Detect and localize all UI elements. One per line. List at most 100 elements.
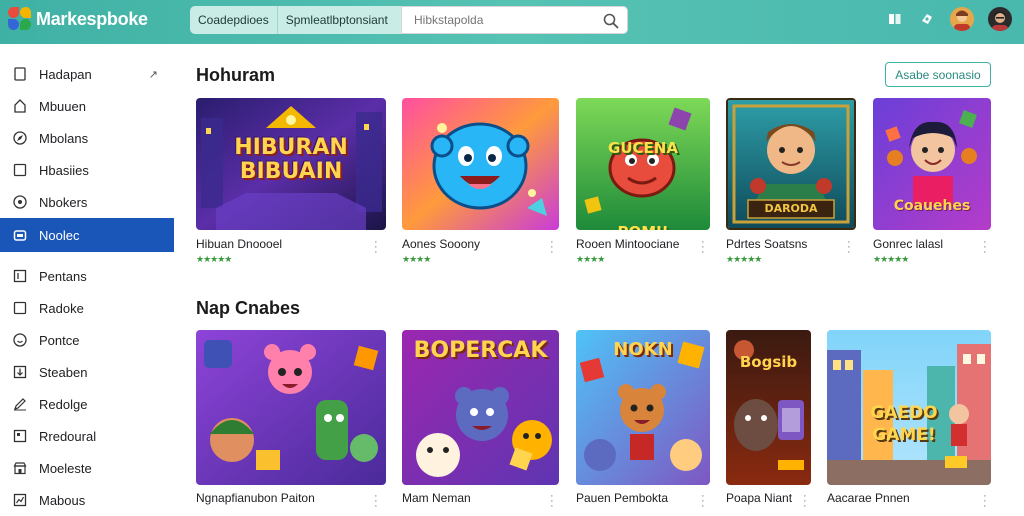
- rating-stars: ★★★★: [576, 254, 605, 264]
- square-icon: [12, 162, 28, 178]
- pencil-icon: [12, 396, 28, 412]
- more-options-icon[interactable]: · · ·: [803, 491, 807, 512]
- game-thumbnail[interactable]: GUCENA POMI!: [576, 98, 710, 230]
- game-thumbnail[interactable]: DARODA: [726, 98, 856, 230]
- search-icon[interactable]: [603, 13, 619, 29]
- sidebar-item-label: Hbasiies: [39, 162, 89, 178]
- see-more-button[interactable]: Asabe soonasio: [885, 62, 991, 87]
- sidebar-item-nbokers[interactable]: Nbokers: [0, 186, 174, 218]
- games-icon[interactable]: [918, 10, 936, 28]
- game-thumbnail[interactable]: BOPERCAK: [402, 330, 559, 485]
- sidebar-item-pentans[interactable]: Pentans: [0, 260, 174, 292]
- more-options-icon[interactable]: · · ·: [983, 491, 987, 512]
- sidebar-item-hadapan[interactable]: Hadapan ↗: [0, 58, 174, 90]
- search-bar: Coadepdioes Spmleatlbptonsiant: [190, 6, 628, 34]
- sidebar-item-label: Noolec: [39, 227, 80, 243]
- game-card[interactable]: Bogsib Poapa Niant · · ·: [726, 330, 811, 512]
- search-field[interactable]: [401, 6, 628, 34]
- game-title[interactable]: Pauen Pembokta: [576, 491, 668, 505]
- bag-icon: [12, 227, 28, 243]
- game-card[interactable]: NOKN Pauen Pembokta · · ·: [576, 330, 710, 512]
- more-options-icon[interactable]: · · ·: [847, 237, 851, 258]
- sidebar-item-mbolans[interactable]: Mbolans: [0, 122, 174, 154]
- sidebar-item-pontce[interactable]: Pontce: [0, 324, 174, 356]
- library-icon[interactable]: [886, 10, 904, 28]
- game-card[interactable]: HIBURAN BIBUAIN Hibuan Dnoooel ★★★★★ · · ·: [196, 98, 386, 268]
- app-logo[interactable]: Markespboke: [8, 7, 148, 31]
- game-card[interactable]: GAEDO GAME! Aacarae Pnnen · · ·: [827, 330, 991, 512]
- search-input[interactable]: [414, 13, 594, 27]
- search-tab-1[interactable]: Coadepdioes: [190, 6, 278, 34]
- game-thumbnail[interactable]: HIBURAN BIBUAIN: [196, 98, 386, 230]
- smile-icon: [12, 332, 28, 348]
- sidebar-item-steaben[interactable]: Steaben: [0, 356, 174, 388]
- sidebar-item-mabous[interactable]: Mabous: [0, 484, 174, 516]
- sidebar-item-label: Pentans: [39, 268, 87, 284]
- sidebar-item-label: Mbuuen: [39, 98, 86, 114]
- box-icon: [12, 300, 28, 316]
- logo-icon: [8, 7, 32, 31]
- game-card[interactable]: BOPERCAK Mam Neman · · ·: [402, 330, 559, 512]
- avatar[interactable]: [988, 7, 1012, 31]
- game-title[interactable]: Gonrec lalasl: [873, 237, 943, 251]
- home-icon: [12, 98, 28, 114]
- more-options-icon[interactable]: · · ·: [374, 237, 378, 258]
- more-options-icon[interactable]: · · ·: [701, 491, 705, 512]
- game-thumbnail[interactable]: NOKN: [576, 330, 710, 485]
- game-thumbnail[interactable]: [402, 98, 559, 230]
- game-title[interactable]: Pdrtes Soatsns: [726, 237, 807, 251]
- sidebar-item-moeleste[interactable]: Moeleste: [0, 452, 174, 484]
- sidebar-item-redolge[interactable]: Redolge: [0, 388, 174, 420]
- download-icon: [12, 364, 28, 380]
- game-card[interactable]: GUCENA POMI! Rooen Mintoociane ★★★★ ···: [576, 98, 710, 268]
- sidebar-item-label: Mabous: [39, 492, 86, 508]
- game-thumbnail[interactable]: [196, 330, 386, 485]
- avatar-secondary[interactable]: [950, 7, 974, 31]
- game-card[interactable]: Aones Sooony ★★★★ · · ·: [402, 98, 559, 268]
- chart-icon: [12, 492, 28, 508]
- art-title: DARODA: [764, 202, 818, 215]
- art-title: GUCENA POMI!: [608, 139, 678, 230]
- game-thumbnail[interactable]: Bogsib: [726, 330, 811, 485]
- sidebar-item-mbuuen[interactable]: Mbuuen: [0, 90, 174, 122]
- art-title: Coauehes: [893, 198, 971, 214]
- game-title[interactable]: Mam Neman: [402, 491, 471, 505]
- game-title[interactable]: Aones Sooony: [402, 237, 480, 251]
- game-title[interactable]: Rooen Mintoociane: [576, 237, 679, 251]
- more-options-icon[interactable]: · · ·: [550, 237, 554, 258]
- game-title[interactable]: Hibuan Dnoooel: [196, 237, 282, 251]
- sidebar-item-rredoural[interactable]: Rredoural: [0, 420, 174, 452]
- game-thumbnail[interactable]: GAEDO GAME!: [827, 330, 991, 485]
- sidebar-item-noolec[interactable]: Noolec: [0, 218, 174, 252]
- page-icon: [12, 66, 28, 82]
- game-card[interactable]: Ngnapfianubon Paiton · · ·: [196, 330, 386, 512]
- sidebar-item-label: Rredoural: [39, 428, 97, 444]
- art-title: NOKN: [613, 339, 673, 360]
- sidebar-item-label: Steaben: [39, 364, 88, 380]
- more-options-icon[interactable]: · · ·: [983, 237, 987, 258]
- sidebar-item-label: Moeleste: [39, 460, 92, 476]
- search-tab-2[interactable]: Spmleatlbptonsiant: [278, 6, 396, 34]
- game-title[interactable]: Poapa Niant: [726, 491, 792, 505]
- game-title[interactable]: Ngnapfianubon Paiton: [196, 491, 315, 505]
- sidebar-item-radoke[interactable]: Radoke: [0, 292, 174, 324]
- game-card[interactable]: Coauehes Gonrec lalasl ★★★★★ · · ·: [873, 98, 991, 268]
- top-icons: [886, 7, 1012, 31]
- game-thumbnail[interactable]: Coauehes: [873, 98, 991, 230]
- more-options-icon[interactable]: · · ·: [550, 491, 554, 512]
- art-title: Bogsib: [739, 353, 798, 371]
- game-card[interactable]: DARODA Pdrtes Soatsns ★★★★★ · · ·: [726, 98, 856, 268]
- rating-stars: ★★★★★: [196, 254, 232, 264]
- more-options-icon[interactable]: · · ·: [701, 237, 705, 258]
- sidebar: Hadapan ↗ Mbuuen Mbolans Hbasiies Nboker…: [0, 58, 174, 516]
- game-title[interactable]: Aacarae Pnnen: [827, 491, 910, 505]
- arrow-icon: ↗: [148, 68, 158, 81]
- more-options-icon[interactable]: · · ·: [374, 491, 378, 512]
- sidebar-item-hbasiies[interactable]: Hbasiies: [0, 154, 174, 186]
- rating-stars: ★★★★★: [873, 254, 909, 264]
- book-icon: [12, 428, 28, 444]
- art-title: BOPERCAK: [413, 338, 548, 363]
- sidebar-divider: [0, 252, 174, 260]
- sidebar-item-label: Pontce: [39, 332, 80, 348]
- sidebar-item-label: Radoke: [39, 300, 84, 316]
